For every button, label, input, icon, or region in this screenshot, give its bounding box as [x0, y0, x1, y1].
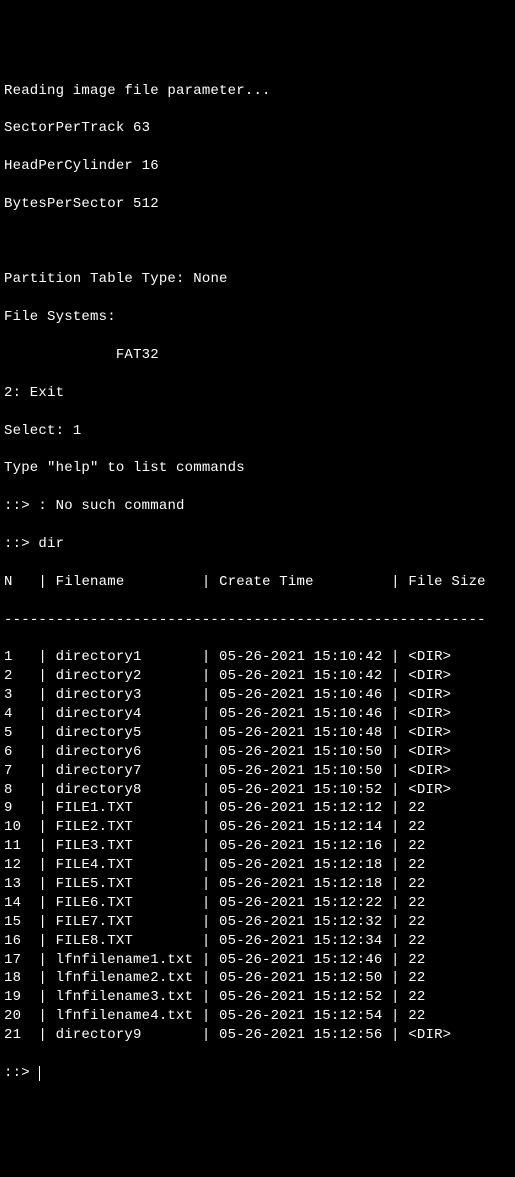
select-line[interactable]: Select: 1: [4, 422, 511, 441]
fs-value: FAT32: [116, 347, 159, 363]
table-row: 18 | lfnfilename2.txt | 05-26-2021 15:12…: [4, 969, 511, 988]
partition-label: Partition Table Type:: [4, 271, 185, 287]
sep: |: [38, 574, 47, 590]
sep: |: [391, 574, 400, 590]
fs-label-line: File Systems:: [4, 308, 511, 327]
table-row: 14 | FILE6.TXT | 05-26-2021 15:12:22 | 2…: [4, 894, 511, 913]
bps-line: BytesPerSector 512: [4, 195, 511, 214]
table-divider: ----------------------------------------…: [4, 611, 511, 630]
table-row: 15 | FILE7.TXT | 05-26-2021 15:12:32 | 2…: [4, 913, 511, 932]
spt-line: SectorPerTrack 63: [4, 119, 511, 138]
sep: |: [202, 574, 211, 590]
hpc-line: HeadPerCylinder 16: [4, 157, 511, 176]
table-row: 12 | FILE4.TXT | 05-26-2021 15:12:18 | 2…: [4, 856, 511, 875]
table-row: 9 | FILE1.TXT | 05-26-2021 15:12:12 | 22: [4, 799, 511, 818]
col-filename: Filename: [56, 574, 125, 590]
col-create: Create Time: [219, 574, 314, 590]
partition-value: None: [193, 271, 227, 287]
partition-line: Partition Table Type: None: [4, 270, 511, 289]
table-row: 8 | directory8 | 05-26-2021 15:10:52 | <…: [4, 781, 511, 800]
spt-label: SectorPerTrack: [4, 120, 124, 136]
prompt-symbol: ::>: [4, 536, 30, 552]
col-size: File Size: [408, 574, 485, 590]
prompt-symbol: ::>: [4, 1065, 30, 1081]
table-row: 3 | directory3 | 05-26-2021 15:10:46 | <…: [4, 686, 511, 705]
table-row: 6 | directory6 | 05-26-2021 15:10:50 | <…: [4, 743, 511, 762]
table-row: 17 | lfnfilename1.txt | 05-26-2021 15:12…: [4, 951, 511, 970]
current-prompt[interactable]: ::>: [4, 1064, 511, 1083]
select-value: 1: [73, 423, 82, 439]
blank-line: [4, 233, 511, 252]
table-row: 11 | FILE3.TXT | 05-26-2021 15:12:16 | 2…: [4, 837, 511, 856]
table-row: 19 | lfnfilename3.txt | 05-26-2021 15:12…: [4, 988, 511, 1007]
table-row: 21 | directory9 | 05-26-2021 15:12:56 | …: [4, 1026, 511, 1045]
bps-label: BytesPerSector: [4, 196, 124, 212]
col-n: N: [4, 574, 13, 590]
dir-command: dir: [38, 536, 64, 552]
table-header: N | Filename | Create Time | File Size: [4, 573, 511, 592]
bps-value: 512: [133, 196, 159, 212]
table-row: 13 | FILE5.TXT | 05-26-2021 15:12:18 | 2…: [4, 875, 511, 894]
table-row: 5 | directory5 | 05-26-2021 15:10:48 | <…: [4, 724, 511, 743]
table-row: 2 | directory2 | 05-26-2021 15:10:42 | <…: [4, 667, 511, 686]
table-row: 4 | directory4 | 05-26-2021 15:10:46 | <…: [4, 705, 511, 724]
spt-value: 63: [133, 120, 150, 136]
hpc-value: 16: [142, 158, 159, 174]
dir-cmd-line[interactable]: ::> dir: [4, 535, 511, 554]
help-hint: Type "help" to list commands: [4, 459, 511, 478]
table-row: 1 | directory1 | 05-26-2021 15:10:42 | <…: [4, 648, 511, 667]
table-row: 7 | directory7 | 05-26-2021 15:10:50 | <…: [4, 762, 511, 781]
reading-line: Reading image file parameter...: [4, 82, 511, 101]
nosuch-line: ::> : No such command: [4, 497, 511, 516]
table-row: 16 | FILE8.TXT | 05-26-2021 15:12:34 | 2…: [4, 932, 511, 951]
nosuch-text: : No such command: [38, 498, 184, 514]
table-row: 10 | FILE2.TXT | 05-26-2021 15:12:14 | 2…: [4, 818, 511, 837]
table-row: 20 | lfnfilename4.txt | 05-26-2021 15:12…: [4, 1007, 511, 1026]
cursor-icon: [39, 1066, 40, 1081]
hpc-label: HeadPerCylinder: [4, 158, 133, 174]
exit-option[interactable]: 2: Exit: [4, 384, 511, 403]
select-label: Select:: [4, 423, 64, 439]
fs-value-line: FAT32: [4, 346, 511, 365]
table-body: 1 | directory1 | 05-26-2021 15:10:42 | <…: [4, 648, 511, 1045]
prompt-symbol: ::>: [4, 498, 30, 514]
